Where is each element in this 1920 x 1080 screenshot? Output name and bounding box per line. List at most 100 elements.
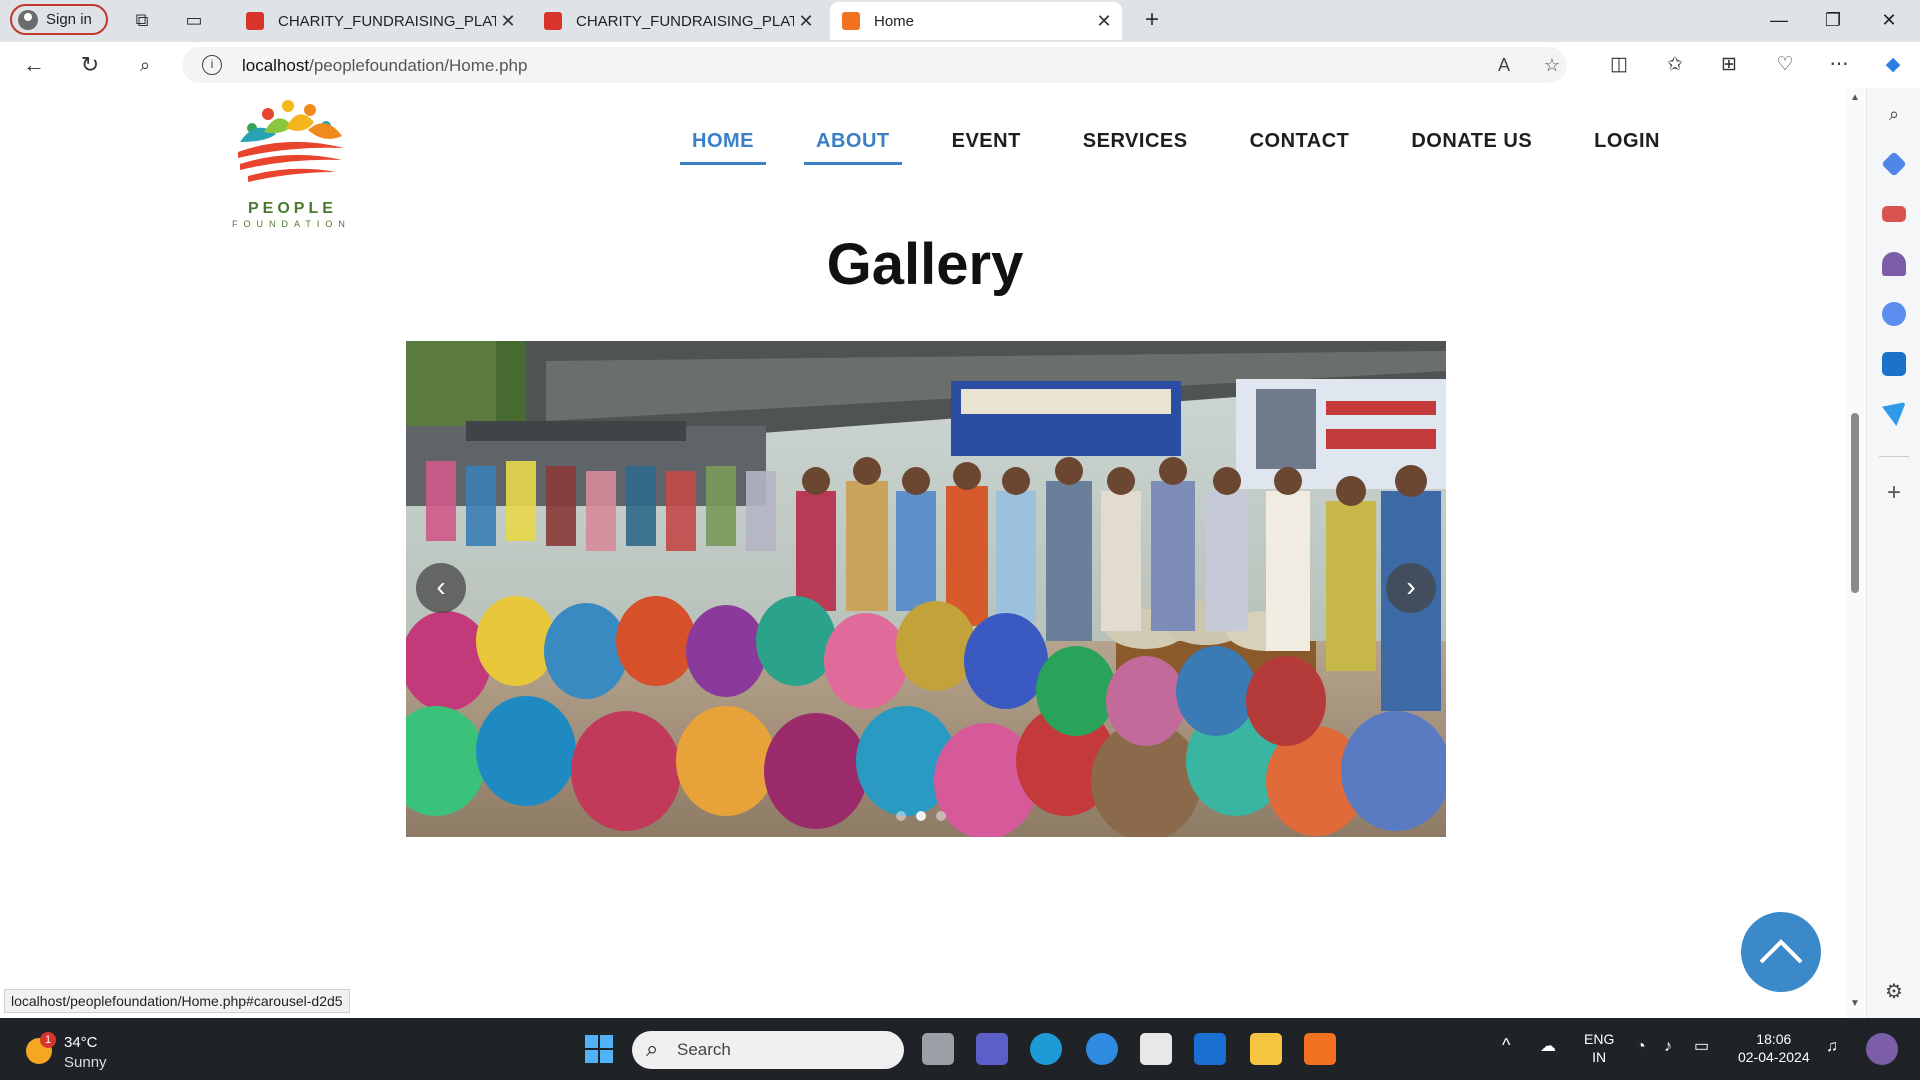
- taskbar-search-placeholder: Search: [677, 1040, 731, 1059]
- language-indicator[interactable]: ENG IN: [1584, 1030, 1614, 1066]
- sidebar-search-icon[interactable]: ⌕: [1882, 102, 1906, 126]
- favorites-icon[interactable]: ✩: [1660, 51, 1690, 79]
- nav-event[interactable]: EVENT: [940, 124, 1033, 165]
- main-navigation: HOME ABOUT EVENT SERVICES CONTACT DONATE…: [680, 124, 1710, 165]
- carousel-indicator-active[interactable]: [916, 811, 926, 821]
- nav-about[interactable]: ABOUT: [804, 124, 902, 165]
- search-icon[interactable]: ⌕: [131, 51, 159, 79]
- nav-donate-us[interactable]: DONATE US: [1399, 124, 1544, 165]
- start-button[interactable]: [582, 1032, 616, 1066]
- teams-icon[interactable]: [976, 1033, 1008, 1065]
- battery-icon[interactable]: ▭: [1694, 1038, 1709, 1056]
- myhp-icon[interactable]: [1194, 1033, 1226, 1065]
- onedrive-icon[interactable]: ☁: [1540, 1038, 1556, 1056]
- browser-tab-bar: Sign in ⧉ ▭ CHARITY_FUNDRAISING_PLATFO ✕…: [0, 0, 1920, 42]
- read-aloud-icon[interactable]: A: [1492, 53, 1516, 77]
- pdf-icon: [246, 12, 264, 30]
- carousel-next-button[interactable]: ›: [1386, 563, 1436, 613]
- microsoft-store-icon[interactable]: [1140, 1033, 1172, 1065]
- address-bar[interactable]: i localhost/peoplefoundation/Home.php A …: [182, 47, 1567, 83]
- new-tab-icon[interactable]: +: [1140, 8, 1164, 32]
- wifi-icon[interactable]: ◔: [1636, 1038, 1646, 1056]
- close-tab-icon[interactable]: ✕: [1092, 11, 1116, 32]
- search-icon: ⌕: [646, 1036, 659, 1061]
- gallery-heading: Gallery: [826, 232, 1024, 297]
- sidebar-divider: [1879, 456, 1909, 457]
- taskbar-search-box[interactable]: ⌕ Search: [632, 1031, 904, 1069]
- xampp-taskbar-icon[interactable]: [1304, 1033, 1336, 1065]
- carousel-indicator[interactable]: [936, 811, 946, 821]
- more-menu-icon[interactable]: ⋯: [1824, 51, 1854, 79]
- tab-title: Home: [874, 12, 915, 30]
- sidebar-games-icon[interactable]: [1882, 252, 1906, 276]
- page-scrollbar[interactable]: ▲ ▼: [1846, 88, 1864, 1018]
- region-code: IN: [1592, 1049, 1607, 1065]
- sidebar-m365-icon[interactable]: [1882, 302, 1906, 326]
- help-icon[interactable]: [1086, 1033, 1118, 1065]
- gallery-carousel[interactable]: ‹ ›: [406, 341, 1446, 837]
- chevron-up-icon: [1759, 939, 1803, 964]
- site-info-icon[interactable]: i: [202, 55, 222, 75]
- tab-pdf-1[interactable]: CHARITY_FUNDRAISING_PLATFO ✕: [234, 2, 526, 40]
- sidebar-add-icon[interactable]: +: [1882, 481, 1906, 506]
- sidebar-shopping-icon[interactable]: [1881, 151, 1907, 177]
- nav-services[interactable]: SERVICES: [1071, 124, 1200, 165]
- xampp-icon: [842, 12, 860, 30]
- tab-title: CHARITY_FUNDRAISING_PLATFO: [576, 12, 794, 30]
- copilot-taskbar-icon[interactable]: [1866, 1033, 1898, 1065]
- windows-logo-icon: [585, 1035, 613, 1063]
- language-code: ENG: [1584, 1031, 1615, 1047]
- logo-text-foundation: FOUNDATION: [232, 219, 351, 229]
- page-viewport: PEOPLE FOUNDATION HOME ABOUT EVENT SERVI…: [0, 88, 1866, 1018]
- nav-contact[interactable]: CONTACT: [1238, 124, 1362, 165]
- minimize-icon[interactable]: —: [1756, 6, 1802, 34]
- tab-actions-icon[interactable]: ▭: [182, 8, 206, 32]
- clock-date: 02-04-2024: [1738, 1049, 1810, 1065]
- scroll-up-icon[interactable]: ▲: [1849, 92, 1861, 103]
- nav-login[interactable]: LOGIN: [1582, 124, 1672, 165]
- tab-home[interactable]: Home ✕: [830, 2, 1122, 40]
- windows-taskbar: 1 34°C Sunny ⌕ Search ^ ☁ ENG IN ◔ ♪ ▭ 1…: [0, 1018, 1920, 1080]
- copilot-icon[interactable]: ◆: [1878, 51, 1908, 79]
- url-text[interactable]: localhost/peoplefoundation/Home.php: [242, 56, 527, 76]
- workspaces-icon[interactable]: ⧉: [130, 8, 154, 32]
- scroll-down-icon[interactable]: ▼: [1849, 998, 1861, 1009]
- link-status-bar: localhost/peoplefoundation/Home.php#caro…: [4, 989, 350, 1013]
- edge-icon[interactable]: [1030, 1033, 1062, 1065]
- sidebar-tools-icon[interactable]: [1882, 206, 1906, 222]
- pdf-icon: [544, 12, 562, 30]
- refresh-icon[interactable]: ↻: [76, 51, 104, 79]
- clock-time: 18:06: [1756, 1031, 1792, 1047]
- carousel-prev-button[interactable]: ‹: [416, 563, 466, 613]
- sign-in-button[interactable]: Sign in: [10, 4, 108, 35]
- sign-in-label: Sign in: [46, 11, 92, 28]
- edge-sidebar: ⌕ + ⚙: [1866, 88, 1920, 1018]
- sidebar-drop-icon[interactable]: [1882, 402, 1906, 426]
- nav-home[interactable]: HOME: [680, 124, 766, 165]
- show-hidden-icons[interactable]: ^: [1502, 1036, 1510, 1054]
- tab-pdf-2[interactable]: CHARITY_FUNDRAISING_PLATFO ✕: [532, 2, 824, 40]
- back-to-top-button[interactable]: [1741, 912, 1821, 992]
- address-bar-row: ← ↻ ⌕ i localhost/peoplefoundation/Home.…: [0, 42, 1920, 88]
- close-tab-icon[interactable]: ✕: [794, 11, 818, 32]
- task-view-icon[interactable]: [922, 1033, 954, 1065]
- collections-icon[interactable]: ⊞: [1714, 51, 1744, 79]
- split-screen-icon[interactable]: ◫: [1604, 51, 1634, 79]
- sidebar-outlook-icon[interactable]: [1882, 352, 1906, 376]
- scrollbar-thumb[interactable]: [1851, 413, 1859, 593]
- restore-icon[interactable]: ❐: [1810, 6, 1856, 34]
- favorite-star-icon[interactable]: ☆: [1540, 53, 1564, 77]
- close-window-icon[interactable]: ✕: [1866, 6, 1912, 34]
- tab-title: CHARITY_FUNDRAISING_PLATFO: [278, 12, 496, 30]
- close-tab-icon[interactable]: ✕: [496, 11, 520, 32]
- file-explorer-icon[interactable]: [1250, 1033, 1282, 1065]
- weather-condition: Sunny: [64, 1054, 107, 1071]
- back-icon[interactable]: ←: [20, 51, 48, 79]
- sidebar-settings-icon[interactable]: ⚙: [1882, 980, 1906, 1004]
- browser-essentials-icon[interactable]: ♡: [1770, 51, 1800, 79]
- clock[interactable]: 18:06 02-04-2024: [1738, 1030, 1810, 1066]
- weather-temperature: 34°C: [64, 1034, 98, 1051]
- carousel-indicator[interactable]: [896, 811, 906, 821]
- volume-icon[interactable]: ♪: [1664, 1038, 1672, 1056]
- notifications-bell-icon[interactable]: ♫: [1826, 1038, 1838, 1056]
